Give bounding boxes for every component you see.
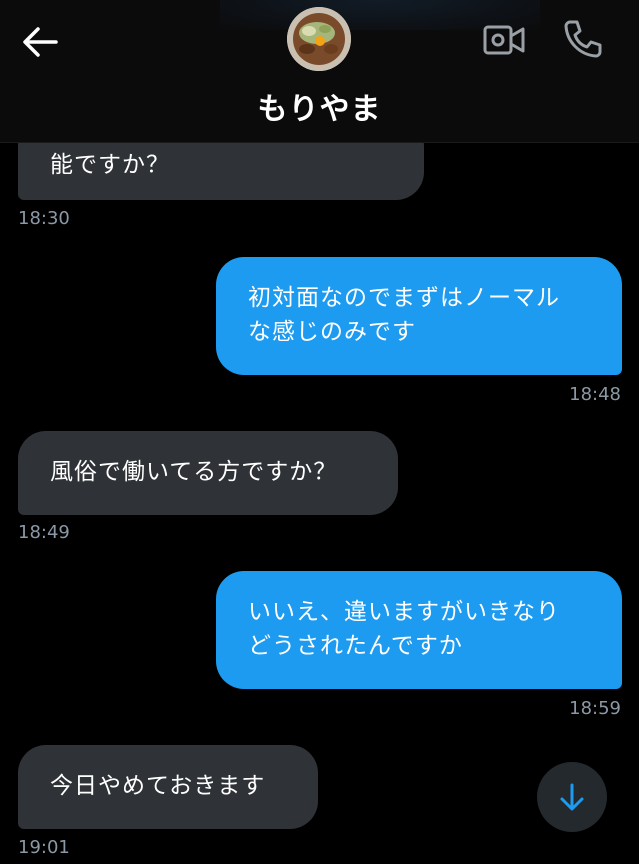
message-text: 今日やめておきます — [50, 773, 266, 799]
message-text-line: 初対面なのでまずはノーマル — [248, 285, 560, 311]
message-text: 風俗で働いてる方ですか？ — [50, 459, 338, 485]
message-bubble-incoming[interactable]: 風俗で働いてる方ですか？ — [18, 431, 398, 515]
video-camera-icon — [483, 25, 525, 55]
video-call-button[interactable] — [482, 22, 526, 58]
message-text-line: どうされたんですか — [248, 633, 463, 659]
message-timestamp: 19:01 — [18, 837, 70, 858]
message-timestamp: 18:30 — [18, 208, 70, 229]
message-text: 能ですか？ — [50, 152, 170, 178]
message-timestamp: 18:49 — [18, 522, 70, 543]
message-text-line: いいえ、違いますがいきなり — [248, 599, 560, 625]
message-text-line: な感じのみです — [248, 319, 416, 345]
scroll-to-bottom-button[interactable] — [537, 762, 607, 832]
avatar-image — [287, 7, 351, 71]
message-bubble-outgoing[interactable]: いいえ、違いますがいきなり どうされたんですか — [216, 571, 622, 689]
avatar[interactable] — [287, 7, 351, 71]
contact-name[interactable]: もりやま — [0, 84, 639, 128]
message-timestamp: 18:59 — [569, 698, 621, 719]
phone-icon — [564, 20, 602, 58]
message-bubble-incoming[interactable]: 今日やめておきます — [18, 745, 318, 829]
arrow-left-icon — [23, 27, 58, 57]
message-bubble-outgoing[interactable]: 初対面なのでまずはノーマル な感じのみです — [216, 257, 622, 375]
message-timestamp: 18:48 — [569, 384, 621, 405]
back-button[interactable] — [20, 22, 60, 62]
voice-call-button[interactable] — [562, 18, 604, 60]
arrow-down-icon — [560, 783, 584, 811]
conversation-header: もりやま — [0, 0, 639, 143]
